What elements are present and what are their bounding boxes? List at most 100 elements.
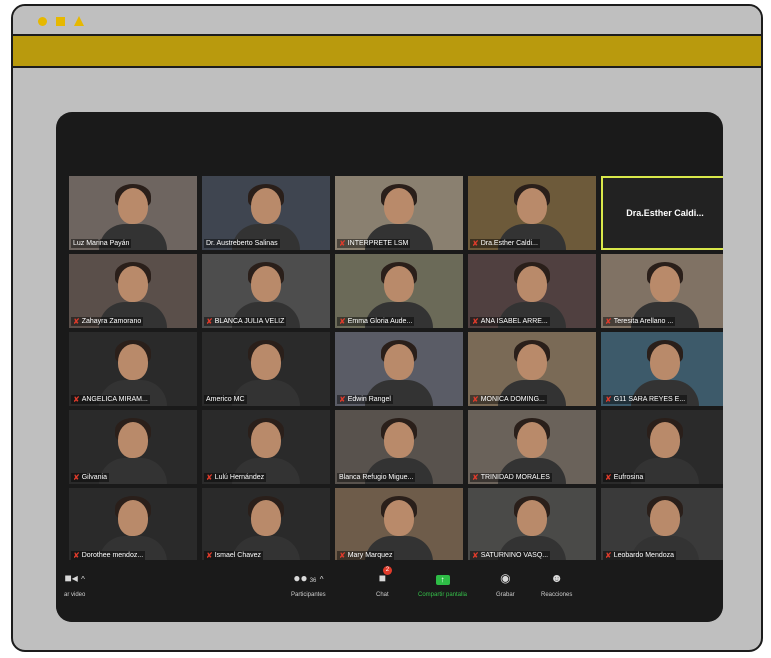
record-button[interactable]: ◉ Grabar (496, 570, 515, 598)
participant-name: ANGELICA MIRAM... (81, 396, 148, 403)
mic-muted-icon: ✘ (472, 551, 479, 560)
mic-muted-icon: ✘ (605, 473, 612, 482)
participant-name-tag: ✘ Emma Gloria Aude... (337, 317, 415, 326)
participant-name-tag: ✘ SATURNINO VASQ... (470, 551, 551, 560)
participant-tile[interactable]: ✘ Lulú Hernández (202, 410, 330, 484)
person-head (118, 344, 148, 380)
mic-muted-icon: ✘ (339, 317, 346, 326)
video-label: ar video (64, 592, 86, 598)
participant-tile[interactable]: ✘ ANGELICA MIRAM... (69, 332, 197, 406)
participant-name: Leobardo Mendoza (613, 552, 675, 559)
square-icon[interactable] (56, 17, 65, 26)
participant-tile[interactable]: ✘ G11 SARA REYES E... (601, 332, 723, 406)
accent-bar (13, 36, 761, 68)
reactions-button[interactable]: ☻ Reacciones (541, 570, 572, 598)
participant-name-tag: Americo MC (204, 395, 247, 404)
participant-name: Dra.Esther Caldi... (480, 240, 538, 247)
person-head (251, 188, 281, 224)
share-screen-icon: ↑ (435, 570, 450, 586)
reactions-icon: ☻ (550, 571, 563, 585)
mic-muted-icon: ✘ (339, 551, 346, 560)
participant-tile[interactable]: ✘ BLANCA JULIA VELIZ (202, 254, 330, 328)
mic-muted-icon: ✘ (472, 473, 479, 482)
person-head (384, 188, 414, 224)
participant-name: Edwin Rangel (347, 396, 391, 403)
participant-tile[interactable]: Dra.Esther Caldi... (601, 176, 723, 250)
participant-name: Americo MC (206, 396, 245, 403)
title-strip (13, 6, 761, 36)
participants-button[interactable]: ●● 36 ^ Participantes (291, 570, 326, 598)
person-head (517, 188, 547, 224)
mic-muted-icon: ✘ (73, 395, 80, 404)
participant-tile[interactable]: ✘ Gilvania (69, 410, 197, 484)
person-head (118, 422, 148, 458)
participant-tile[interactable]: ✘ Mary Marquez (335, 488, 463, 562)
participant-tile[interactable]: ✘ Zahayra Zamorano (69, 254, 197, 328)
person-head (517, 422, 547, 458)
mic-muted-icon: ✘ (206, 473, 213, 482)
participant-tile[interactable]: ✘ Eufrosina (601, 410, 723, 484)
participant-tile[interactable]: Blanca Refugio Migue... (335, 410, 463, 484)
zoom-meeting-window: Luz Marina Payán Dr. Austreberto Salinas ✘… (56, 112, 723, 622)
triangle-icon[interactable] (74, 16, 84, 26)
video-camera-icon: ■◂ ^ (64, 571, 85, 585)
participant-tile[interactable]: Americo MC (202, 332, 330, 406)
participant-tile[interactable]: Dr. Austreberto Salinas (202, 176, 330, 250)
mic-muted-icon: ✘ (339, 395, 346, 404)
participant-name-tag: ✘ INTERPRETE LSM (337, 239, 411, 248)
participant-name: Zahayra Zamorano (81, 318, 142, 325)
chat-icon: ■ 2 (379, 566, 392, 586)
participant-name-tag: ✘ Leobardo Mendoza (603, 551, 677, 560)
person-head (650, 266, 680, 302)
participant-name-tag: ✘ ANA ISABEL ARRE... (470, 317, 550, 326)
reactions-label: Reacciones (541, 592, 573, 598)
person-head (118, 500, 148, 536)
participant-name: INTERPRETE LSM (347, 240, 409, 247)
participants-count: 36 (309, 578, 317, 584)
participant-tile[interactable]: Luz Marina Payán (69, 176, 197, 250)
participant-name: ANA ISABEL ARRE... (480, 318, 548, 325)
share-screen-button[interactable]: ↑ Compartir pantalla (418, 570, 467, 598)
person-head (251, 500, 281, 536)
participant-name: TRINIDAD MORALES (480, 474, 550, 481)
person-head (251, 422, 281, 458)
person-head (650, 500, 680, 536)
mic-muted-icon: ✘ (73, 551, 80, 560)
participant-name-tag: Dr. Austreberto Salinas (204, 239, 280, 248)
participant-tile[interactable]: ✘ Emma Gloria Aude... (335, 254, 463, 328)
participant-name-tag: Blanca Refugio Migue... (337, 473, 416, 482)
mic-muted-icon: ✘ (73, 473, 80, 482)
participant-tile[interactable]: ✘ MONICA DOMING... (468, 332, 596, 406)
video-button[interactable]: ■◂ ^ ar video (64, 570, 85, 598)
participant-name: SATURNINO VASQ... (480, 552, 549, 559)
participant-name-tag: ✘ BLANCA JULIA VELIZ (204, 317, 287, 326)
participant-tile[interactable]: ✘ ANA ISABEL ARRE... (468, 254, 596, 328)
participant-name: Luz Marina Payán (73, 240, 130, 247)
mic-muted-icon: ✘ (472, 395, 479, 404)
person-head (118, 188, 148, 224)
participant-tile[interactable]: ✘ Dra.Esther Caldi... (468, 176, 596, 250)
participant-tile[interactable]: ✘ Dorothee mendoz... (69, 488, 197, 562)
mic-muted-icon: ✘ (206, 551, 213, 560)
person-body (99, 458, 167, 484)
person-head (650, 344, 680, 380)
participant-tile[interactable]: ✘ Leobardo Mendoza (601, 488, 723, 562)
participant-tile[interactable]: ✘ INTERPRETE LSM (335, 176, 463, 250)
participant-tile[interactable]: ✘ Ismael Chavez (202, 488, 330, 562)
participant-name: Teresita Arellano ... (613, 318, 674, 325)
participant-tile[interactable]: ✘ TRINIDAD MORALES (468, 410, 596, 484)
participant-tile[interactable]: ✘ SATURNINO VASQ... (468, 488, 596, 562)
participant-name-tag: ✘ Dorothee mendoz... (71, 551, 146, 560)
participant-tile[interactable]: ✘ Edwin Rangel (335, 332, 463, 406)
participant-tile[interactable]: ✘ Teresita Arellano ... (601, 254, 723, 328)
mic-muted-icon: ✘ (605, 551, 612, 560)
browser-frame: Luz Marina Payán Dr. Austreberto Salinas ✘… (11, 4, 763, 652)
participant-name: Gilvania (81, 474, 107, 481)
circle-icon[interactable] (38, 17, 47, 26)
chat-button[interactable]: ■ 2 Chat (376, 566, 392, 598)
participant-name: MONICA DOMING... (480, 396, 545, 403)
person-head (517, 344, 547, 380)
person-head (384, 344, 414, 380)
record-icon: ◉ (500, 571, 511, 585)
mic-muted-icon: ✘ (605, 317, 612, 326)
